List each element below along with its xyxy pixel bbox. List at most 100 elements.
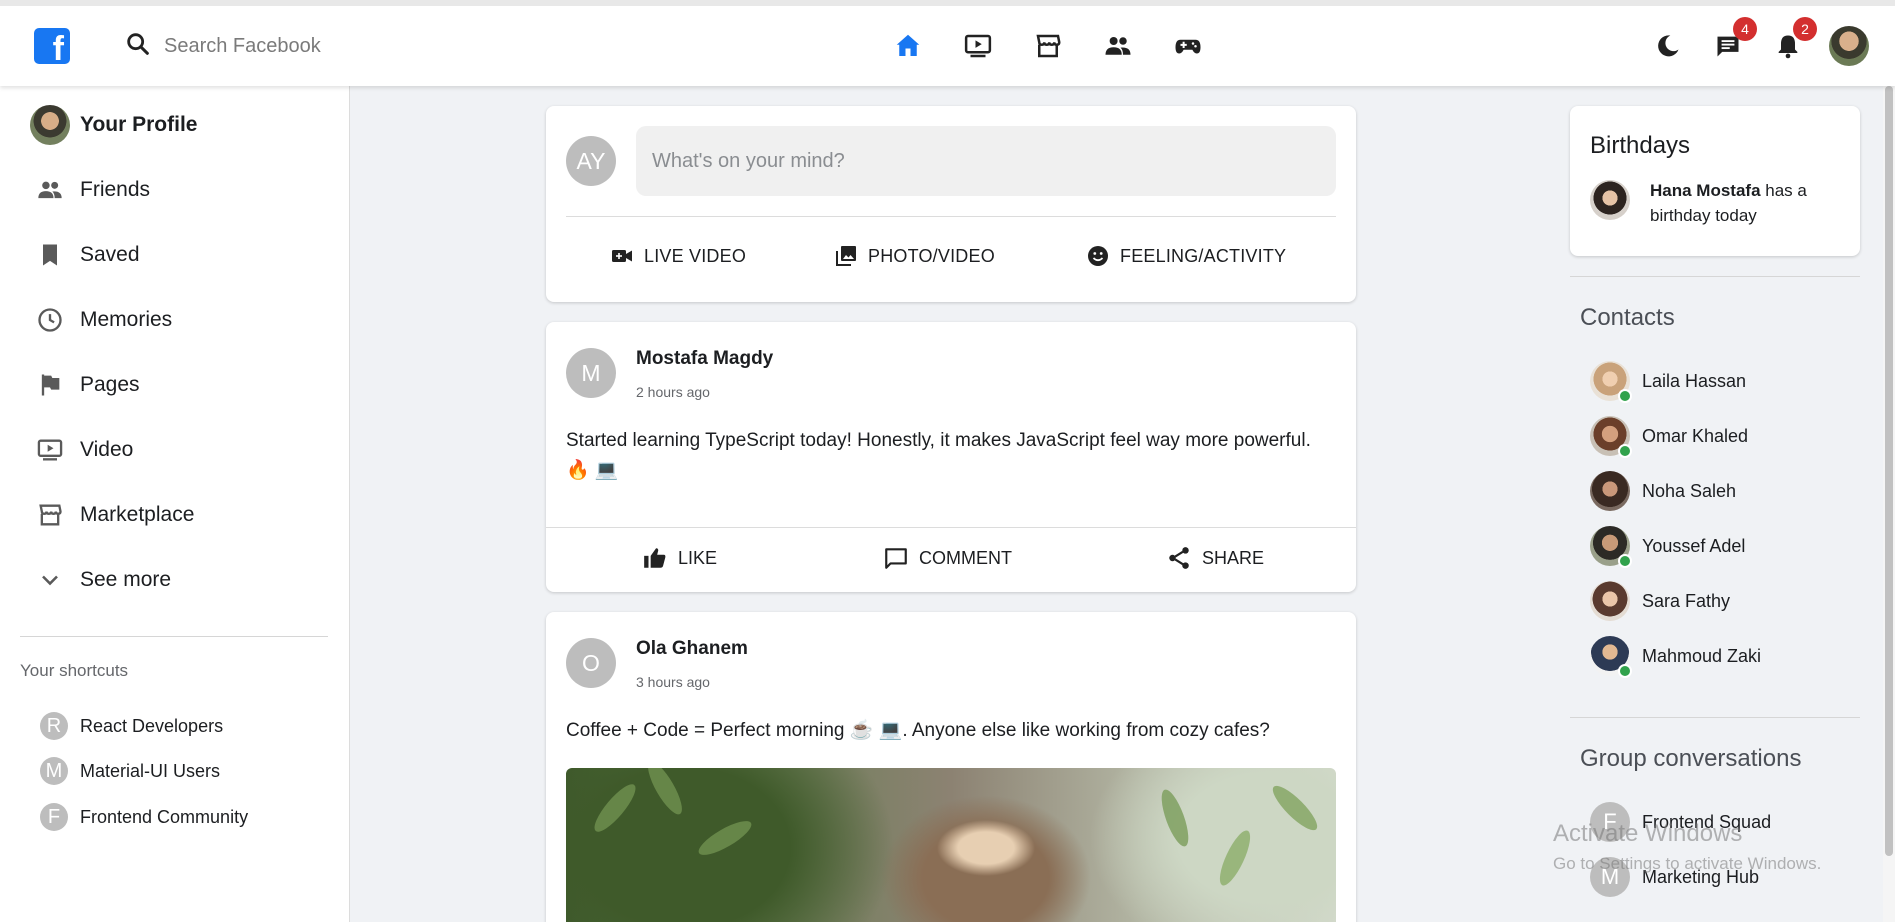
post-card: M Mostafa Magdy 2 hours ago Started lear… bbox=[546, 322, 1356, 592]
like-label: LIKE bbox=[678, 547, 718, 568]
like-button[interactable]: LIKE bbox=[642, 538, 717, 578]
post-timestamp: 2 hours ago bbox=[636, 384, 710, 400]
contact-name: Mahmoud Zaki bbox=[1642, 645, 1762, 666]
contact-item[interactable]: Sara Fathy bbox=[1590, 580, 1730, 622]
chevron-down-icon bbox=[30, 560, 70, 600]
sidebar-item-label: Saved bbox=[80, 243, 140, 266]
sidebar-item-friends[interactable]: Friends bbox=[30, 170, 150, 210]
live-video-label: LIVE VIDEO bbox=[644, 245, 747, 266]
online-indicator bbox=[1618, 554, 1632, 568]
sidebar-item-video[interactable]: Video bbox=[30, 430, 133, 470]
online-indicator bbox=[1618, 664, 1632, 678]
contact-name: Laila Hassan bbox=[1642, 370, 1747, 391]
sidebar-item-saved[interactable]: Saved bbox=[30, 235, 140, 275]
post-text: Started learning TypeScript today! Hones… bbox=[566, 430, 1311, 481]
live-video-button[interactable]: LIVE VIDEO bbox=[610, 236, 746, 276]
birthday-text[interactable]: Hana Mostafa has a birthday today bbox=[1650, 178, 1850, 228]
shortcuts-heading: Your shortcuts bbox=[20, 661, 129, 680]
group-avatar: M bbox=[1590, 857, 1630, 897]
post-photo[interactable] bbox=[566, 768, 1336, 922]
gaming-controller-icon[interactable] bbox=[1170, 28, 1206, 64]
avatar bbox=[1590, 416, 1632, 458]
post-author-avatar: M bbox=[566, 348, 616, 398]
shortcut-item[interactable]: R React Developers bbox=[40, 711, 223, 741]
left-sidebar: Your Profile Friends Saved Memories Page… bbox=[0, 86, 350, 922]
contact-item[interactable]: Laila Hassan bbox=[1590, 360, 1747, 403]
post-composer: AY LIVE VIDEO PHOTO/VIDEO FEELING/ACTIVI… bbox=[546, 106, 1356, 302]
share-button[interactable]: SHARE bbox=[1166, 538, 1264, 578]
birthdays-card: Birthdays Hana Mostafa has a birthday to… bbox=[1570, 106, 1860, 256]
groups-icon[interactable] bbox=[1100, 28, 1136, 64]
contacts-title: Contacts bbox=[1580, 304, 1675, 331]
watch-video-icon[interactable] bbox=[960, 28, 996, 64]
dark-mode-moon-icon[interactable] bbox=[1649, 27, 1687, 65]
smiley-icon bbox=[1088, 246, 1108, 266]
sidebar-item-memories[interactable]: Memories bbox=[30, 300, 172, 340]
group-item[interactable]: M Marketing Hub bbox=[1590, 856, 1759, 898]
post-timestamp: 3 hours ago bbox=[636, 674, 710, 690]
group-avatar: F bbox=[1590, 802, 1630, 842]
home-icon[interactable] bbox=[890, 28, 926, 64]
contact-item[interactable]: Noha Saleh bbox=[1590, 470, 1736, 512]
post-text: Coffee + Code = Perfect morning ☕ 💻. Any… bbox=[566, 720, 1270, 741]
notifications-bell-icon[interactable]: 2 bbox=[1769, 17, 1817, 65]
clock-icon bbox=[30, 300, 70, 340]
sidebar-item-see-more[interactable]: See more bbox=[30, 560, 171, 600]
post-actions-divider bbox=[546, 527, 1356, 528]
contact-item[interactable]: Youssef Adel bbox=[1590, 525, 1746, 568]
share-label: SHARE bbox=[1202, 547, 1265, 568]
feeling-activity-button[interactable]: FEELING/ACTIVITY bbox=[1086, 236, 1286, 276]
sidebar-item-label: Marketplace bbox=[80, 503, 195, 526]
video-icon bbox=[30, 430, 70, 470]
post-author-name[interactable]: Mostafa Magdy bbox=[636, 348, 773, 370]
comment-button[interactable]: COMMENT bbox=[883, 538, 1012, 578]
sidebar-item-label: See more bbox=[80, 568, 172, 591]
feeling-activity-label: FEELING/ACTIVITY bbox=[1120, 245, 1287, 266]
contact-name: Sara Fathy bbox=[1642, 590, 1731, 611]
contact-name: Youssef Adel bbox=[1642, 535, 1746, 556]
search-input[interactable] bbox=[164, 34, 424, 58]
contact-item[interactable]: Mahmoud Zaki bbox=[1590, 635, 1762, 678]
messages-badge: 4 bbox=[1733, 17, 1757, 41]
sidebar-item-pages[interactable]: Pages bbox=[30, 365, 140, 405]
sidebar-item-profile[interactable]: Your Profile bbox=[30, 105, 197, 145]
right-divider bbox=[1570, 276, 1860, 277]
shortcut-item[interactable]: F Frontend Community bbox=[40, 802, 248, 832]
sidebar-item-label: Memories bbox=[80, 308, 173, 331]
main-nav-tabs bbox=[890, 28, 1206, 64]
thumbs-up-icon bbox=[644, 548, 666, 568]
post-author-name[interactable]: Ola Ghanem bbox=[636, 638, 748, 660]
avatar bbox=[30, 105, 70, 145]
shortcut-label: React Developers bbox=[80, 715, 224, 736]
search-bar bbox=[124, 28, 424, 64]
account-avatar[interactable] bbox=[1829, 26, 1869, 66]
shortcut-label: Material-UI Users bbox=[80, 760, 221, 781]
flag-icon bbox=[30, 365, 70, 405]
group-item[interactable]: F Frontend Squad bbox=[1590, 801, 1771, 843]
right-divider bbox=[1570, 717, 1860, 718]
composer-divider bbox=[566, 216, 1336, 217]
post-card: O Ola Ghanem 3 hours ago Coffee + Code =… bbox=[546, 612, 1356, 922]
messages-icon[interactable]: 4 bbox=[1709, 17, 1757, 65]
sidebar-item-marketplace[interactable]: Marketplace bbox=[30, 495, 194, 535]
photo-library-icon bbox=[836, 246, 856, 266]
sidebar-item-label: Friends bbox=[80, 178, 151, 201]
facebook-logo-icon[interactable]: f bbox=[34, 28, 70, 64]
sidebar-item-label: Video bbox=[80, 438, 134, 461]
page-scrollbar[interactable] bbox=[1883, 86, 1895, 922]
contact-name: Omar Khaled bbox=[1642, 425, 1749, 446]
friends-icon bbox=[30, 170, 70, 210]
contact-item[interactable]: Omar Khaled bbox=[1590, 415, 1749, 458]
marketplace-store-icon[interactable] bbox=[1030, 28, 1066, 64]
photo-video-button[interactable]: PHOTO/VIDEO bbox=[834, 236, 995, 276]
composer-input[interactable] bbox=[636, 126, 1336, 196]
share-icon bbox=[1169, 547, 1189, 569]
shortcut-item[interactable]: M Material-UI Users bbox=[40, 756, 220, 786]
avatar bbox=[1590, 636, 1632, 678]
avatar bbox=[1590, 471, 1630, 511]
notifications-badge: 2 bbox=[1793, 17, 1817, 41]
bookmark-icon bbox=[30, 235, 70, 275]
scrollbar-thumb[interactable] bbox=[1885, 86, 1893, 856]
search-icon bbox=[124, 30, 152, 63]
avatar bbox=[1590, 581, 1630, 621]
